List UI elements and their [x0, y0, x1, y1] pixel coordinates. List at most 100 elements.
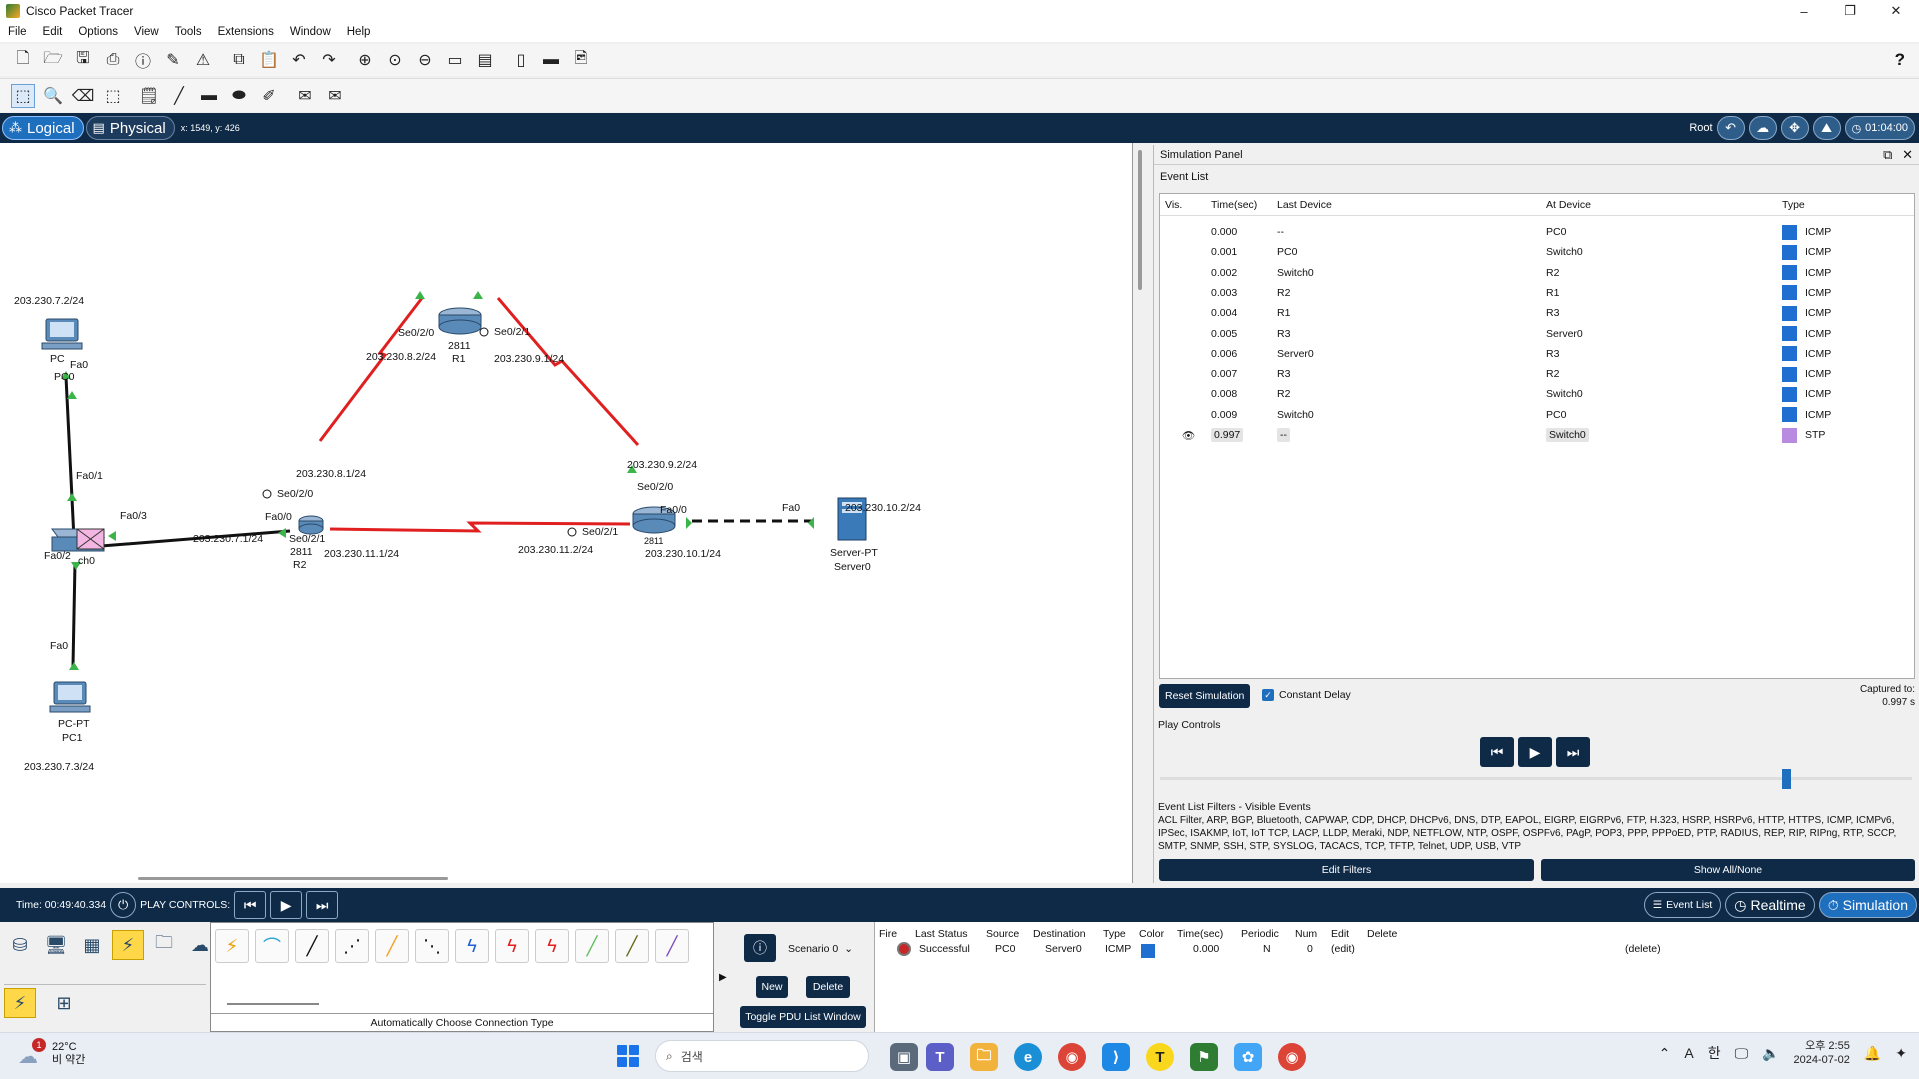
constant-delay-checkbox[interactable]: ✓ [1262, 689, 1274, 701]
switch0-device[interactable] [51, 528, 105, 552]
chevron-up-icon[interactable]: ⌃ [1659, 1045, 1671, 1062]
expand-arrow-icon[interactable]: ▶ [719, 972, 727, 983]
ime-language[interactable]: A [1684, 1045, 1693, 1061]
step-forward-button[interactable]: ⏭ [1556, 737, 1590, 767]
kakaotalk-icon[interactable]: T [1146, 1043, 1174, 1071]
bottom-step-back-icon[interactable]: ⏮ [234, 891, 267, 919]
maximize-button[interactable]: ❐ [1827, 0, 1873, 22]
redo-icon[interactable]: ↷ [317, 48, 341, 72]
delete-icon[interactable]: ⌫ [71, 84, 95, 108]
iot-custom-cable-icon[interactable]: ╱ [615, 929, 649, 963]
viewport-move-icon[interactable]: ✥ [1780, 116, 1809, 140]
network-info-icon[interactable]: ⚠ [191, 48, 215, 72]
pc1-device[interactable] [49, 681, 91, 713]
logical-tab[interactable]: ⁂ Logical [2, 116, 84, 140]
scenario-info-icon[interactable]: ⓘ [744, 934, 776, 962]
event-row[interactable]: 0.002 Switch0 R2 ICMP [1160, 263, 1914, 283]
power-cycle-icon[interactable]: ⏻ [110, 892, 137, 918]
play-button[interactable]: ▶ [1518, 737, 1552, 767]
taskbar-clock[interactable]: 오후 2:55 2024-07-02 [1794, 1039, 1850, 1067]
back-icon[interactable]: ↶ [1716, 116, 1745, 140]
new-scenario-button[interactable]: New [756, 976, 788, 998]
zoom-reset-icon[interactable]: ⊙ [383, 48, 407, 72]
copy-icon[interactable]: ⧉ [227, 48, 251, 72]
draw-rectangle-icon[interactable]: ▬ [197, 84, 221, 108]
bottom-play-icon[interactable]: ▶ [270, 891, 303, 919]
components-icon[interactable]: ▦ [76, 930, 108, 960]
zoom-in-icon[interactable]: ⊕ [353, 48, 377, 72]
notification-bell-icon[interactable]: 🔔 [1864, 1045, 1881, 1062]
phone-cable-icon[interactable]: ⋱ [415, 929, 449, 963]
add-simple-pdu-icon[interactable]: ✉ [293, 84, 317, 108]
packet-tracer-taskbar-icon[interactable]: ⚑ [1190, 1043, 1218, 1071]
undo-icon[interactable]: ↶ [287, 48, 311, 72]
menu-extensions[interactable]: Extensions [210, 26, 282, 38]
minimize-button[interactable]: – [1781, 0, 1827, 22]
event-row[interactable]: 👁 0.997 -- Switch0 STP [1160, 425, 1914, 445]
taskbar-search[interactable]: ⌕ 검색 [655, 1040, 869, 1072]
menu-help[interactable]: Help [339, 26, 379, 38]
menu-file[interactable]: File [0, 26, 35, 38]
serial-dce-icon[interactable]: ϟ [495, 929, 529, 963]
scenario-dropdown[interactable]: Scenario 0 ⌄ [784, 940, 860, 958]
add-complex-pdu-icon[interactable]: ✉ [323, 84, 347, 108]
copper-cross-over-icon[interactable]: ⋰ [335, 929, 369, 963]
serial-link-r1-r3[interactable] [496, 297, 640, 447]
freeform-icon[interactable]: ✐ [257, 84, 281, 108]
help-icon[interactable]: ? [1895, 50, 1905, 70]
miscellaneous-icon[interactable]: 🗀 [148, 930, 180, 960]
device-template-icon[interactable]: ▬ [539, 48, 563, 72]
activity-wizard-icon[interactable]: ✎ [161, 48, 185, 72]
print-icon[interactable]: ⎙ [101, 48, 125, 72]
cluster-icon[interactable]: ☁ [1748, 116, 1777, 140]
teams-icon[interactable]: T [926, 1043, 954, 1071]
menu-view[interactable]: View [126, 26, 167, 38]
app-icon[interactable]: ✿ [1234, 1043, 1262, 1071]
delete-scenario-button[interactable]: Delete [806, 976, 850, 998]
reset-simulation-button[interactable]: Reset Simulation [1159, 684, 1251, 708]
event-row[interactable]: 0.001 PC0 Switch0 ICMP [1160, 242, 1914, 262]
draw-ellipse-icon[interactable]: ⬬ [227, 84, 251, 108]
structured-cabling-icon[interactable]: ⊞ [48, 988, 80, 1018]
usb-cable-icon[interactable]: ╱ [655, 929, 689, 963]
select-icon[interactable]: ⬚ [11, 83, 35, 108]
edge-icon[interactable]: e [1014, 1043, 1042, 1071]
toggle-pdu-list-button[interactable]: Toggle PDU List Window [740, 1006, 866, 1028]
connections-icon[interactable]: ⚡ [112, 930, 144, 960]
volume-icon[interactable]: 🔈 [1762, 1045, 1779, 1062]
event-list-toggle[interactable]: ☰ Event List [1643, 892, 1722, 918]
new-file-icon[interactable]: 🗋 [11, 48, 35, 72]
network-icon[interactable]: 🖵 [1735, 1045, 1749, 1062]
bottom-step-forward-icon[interactable]: ⏭ [306, 891, 339, 919]
visibility-eye-icon[interactable]: 👁 [1182, 429, 1195, 442]
place-note-icon[interactable]: 🗒 [137, 84, 161, 108]
play-speed-slider-thumb[interactable] [1782, 769, 1791, 789]
console-cable-icon[interactable]: ⌒ [255, 929, 289, 963]
copper-straight-through-icon[interactable]: ╱ [295, 929, 329, 963]
event-row[interactable]: 0.004 R1 R3 ICMP [1160, 303, 1914, 323]
chrome-profile-icon[interactable]: ◉ [1278, 1043, 1306, 1071]
inspect-icon[interactable]: 🔍 [41, 84, 65, 108]
chrome-icon[interactable]: ◉ [1058, 1043, 1086, 1071]
file-explorer-icon[interactable]: 🗀 [970, 1043, 998, 1071]
network-devices-icon[interactable]: ⛁ [4, 930, 36, 960]
menu-options[interactable]: Options [70, 26, 126, 38]
info-icon[interactable]: ⓘ [131, 48, 155, 72]
simulation-tab[interactable]: ⏱ Simulation [1818, 892, 1917, 918]
close-panel-icon[interactable]: ✕ [1902, 147, 1913, 162]
custom-device-icon[interactable]: ▤ [473, 48, 497, 72]
menu-tools[interactable]: Tools [167, 26, 210, 38]
event-row[interactable]: 0.006 Server0 R3 ICMP [1160, 344, 1914, 364]
clock-pill[interactable]: ◷ 01:04:00 [1844, 116, 1915, 140]
save-icon[interactable]: 🖫 [71, 48, 95, 72]
vscode-icon[interactable]: ⟩ [1102, 1043, 1130, 1071]
copilot-icon[interactable]: ✦ [1895, 1045, 1907, 1062]
pdu-delete-link[interactable]: (delete) [1625, 943, 1661, 955]
close-button[interactable]: ✕ [1873, 0, 1919, 22]
event-row[interactable]: 0.005 R3 Server0 ICMP [1160, 324, 1914, 344]
octal-cable-icon[interactable]: ╱ [575, 929, 609, 963]
serial-dte-icon[interactable]: ϟ [535, 929, 569, 963]
draw-line-icon[interactable]: ╱ [167, 84, 191, 108]
windows-start-icon[interactable] [617, 1045, 639, 1067]
auto-connection-icon[interactable]: ⚡ [215, 929, 249, 963]
